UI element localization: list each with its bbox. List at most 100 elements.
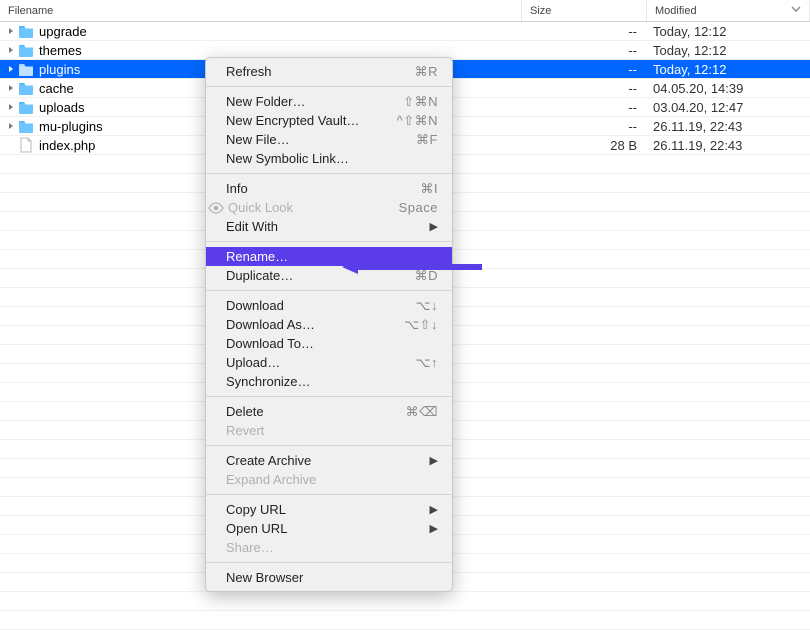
- menu-item-label: Copy URL: [226, 502, 430, 517]
- menu-item-label: Rename…: [226, 249, 438, 264]
- menu-item-synchronize[interactable]: Synchronize…: [206, 372, 452, 391]
- file-name-label: plugins: [39, 62, 80, 77]
- menu-item-label: New File…: [226, 132, 416, 147]
- menu-item-download[interactable]: Download⌥↓: [206, 296, 452, 315]
- file-name-label: themes: [39, 43, 82, 58]
- menu-item-new-file[interactable]: New File…⌘F: [206, 130, 452, 149]
- menu-shortcut: ⌘⌫: [406, 404, 438, 420]
- menu-item-label: Create Archive: [226, 453, 430, 468]
- disclosure-triangle-icon[interactable]: [6, 27, 15, 36]
- file-icon: [19, 137, 33, 153]
- menu-shortcut: ⇧⌘N: [403, 94, 438, 110]
- disclosure-triangle-icon[interactable]: [6, 103, 15, 112]
- menu-divider: [206, 241, 452, 242]
- file-modified-cell: Today, 12:12: [647, 24, 810, 39]
- folder-icon: [18, 62, 34, 76]
- empty-row: [0, 611, 810, 630]
- menu-item-quick-look: Quick LookSpace: [206, 198, 452, 217]
- file-name-cell: themes: [0, 43, 522, 58]
- column-header-size[interactable]: Size: [522, 0, 647, 21]
- eye-icon: [208, 202, 224, 214]
- file-modified-cell: Today, 12:12: [647, 43, 810, 58]
- menu-item-share: Share…: [206, 538, 452, 557]
- folder-icon: [18, 43, 34, 57]
- file-size-cell: --: [522, 62, 647, 77]
- menu-item-revert: Revert: [206, 421, 452, 440]
- file-name-label: index.php: [39, 138, 95, 153]
- menu-shortcut: ⌘F: [416, 132, 438, 148]
- menu-divider: [206, 396, 452, 397]
- menu-item-label: Share…: [226, 540, 438, 555]
- file-name-label: mu-plugins: [39, 119, 103, 134]
- menu-shortcut: ⌥↑: [416, 355, 438, 371]
- submenu-arrow-icon: ▶: [430, 503, 438, 516]
- menu-item-label: Download To…: [226, 336, 438, 351]
- menu-item-label: Expand Archive: [226, 472, 438, 487]
- menu-item-label: Upload…: [226, 355, 416, 370]
- menu-divider: [206, 494, 452, 495]
- menu-item-label: Edit With: [226, 219, 430, 234]
- menu-item-delete[interactable]: Delete⌘⌫: [206, 402, 452, 421]
- menu-item-open-url[interactable]: Open URL▶: [206, 519, 452, 538]
- table-row[interactable]: upgrade --Today, 12:12: [0, 22, 810, 41]
- file-modified-cell: 04.05.20, 14:39: [647, 81, 810, 96]
- submenu-arrow-icon: ▶: [430, 454, 438, 467]
- menu-shortcut: ⌘I: [420, 181, 438, 197]
- menu-item-label: Download As…: [226, 317, 404, 332]
- file-name-label: uploads: [39, 100, 85, 115]
- file-name-label: upgrade: [39, 24, 87, 39]
- menu-item-label: Download: [226, 298, 416, 313]
- menu-item-duplicate[interactable]: Duplicate…⌘D: [206, 266, 452, 285]
- disclosure-triangle-icon[interactable]: [6, 46, 15, 55]
- column-header-modified[interactable]: Modified: [647, 0, 810, 21]
- menu-item-label: New Browser: [226, 570, 438, 585]
- menu-divider: [206, 173, 452, 174]
- menu-divider: [206, 86, 452, 87]
- file-size-cell: 28 B: [522, 138, 647, 153]
- chevron-down-icon: [791, 4, 801, 17]
- menu-item-refresh[interactable]: Refresh⌘R: [206, 62, 452, 81]
- file-modified-cell: 26.11.19, 22:43: [647, 119, 810, 134]
- menu-item-label: Revert: [226, 423, 438, 438]
- menu-item-label: Info: [226, 181, 420, 196]
- menu-item-label: New Symbolic Link…: [226, 151, 438, 166]
- disclosure-triangle-icon[interactable]: [6, 65, 15, 74]
- file-size-cell: --: [522, 119, 647, 134]
- menu-shortcut: ⌥⇧↓: [404, 317, 438, 333]
- menu-item-download-as[interactable]: Download As…⌥⇧↓: [206, 315, 452, 334]
- menu-item-label: Refresh: [226, 64, 415, 79]
- menu-item-new-browser[interactable]: New Browser: [206, 568, 452, 587]
- menu-item-new-folder[interactable]: New Folder…⇧⌘N: [206, 92, 452, 111]
- menu-item-label: New Folder…: [226, 94, 403, 109]
- menu-divider: [206, 290, 452, 291]
- menu-item-new-symbolic-link[interactable]: New Symbolic Link…: [206, 149, 452, 168]
- menu-divider: [206, 562, 452, 563]
- disclosure-triangle-icon[interactable]: [6, 122, 15, 131]
- menu-shortcut: Space: [399, 200, 438, 215]
- file-size-cell: --: [522, 43, 647, 58]
- menu-item-info[interactable]: Info⌘I: [206, 179, 452, 198]
- disclosure-triangle-icon[interactable]: [6, 84, 15, 93]
- menu-item-download-to[interactable]: Download To…: [206, 334, 452, 353]
- context-menu: Refresh⌘RNew Folder…⇧⌘NNew Encrypted Vau…: [205, 57, 453, 592]
- file-modified-cell: 26.11.19, 22:43: [647, 138, 810, 153]
- menu-item-label: Open URL: [226, 521, 430, 536]
- menu-item-copy-url[interactable]: Copy URL▶: [206, 500, 452, 519]
- menu-shortcut: ⌘R: [415, 64, 438, 80]
- menu-item-new-encrypted-vault[interactable]: New Encrypted Vault…^⇧⌘N: [206, 111, 452, 130]
- column-header-filename[interactable]: Filename: [0, 0, 522, 21]
- menu-item-upload[interactable]: Upload…⌥↑: [206, 353, 452, 372]
- folder-icon: [18, 24, 34, 38]
- file-size-cell: --: [522, 81, 647, 96]
- menu-item-label: New Encrypted Vault…: [226, 113, 397, 128]
- file-name-cell: upgrade: [0, 24, 522, 39]
- menu-item-create-archive[interactable]: Create Archive▶: [206, 451, 452, 470]
- menu-shortcut: ^⇧⌘N: [397, 113, 438, 129]
- folder-icon: [18, 100, 34, 114]
- menu-item-rename[interactable]: Rename…: [206, 247, 452, 266]
- menu-item-edit-with[interactable]: Edit With▶: [206, 217, 452, 236]
- folder-icon: [18, 81, 34, 95]
- menu-item-label: Delete: [226, 404, 406, 419]
- file-modified-cell: 03.04.20, 12:47: [647, 100, 810, 115]
- file-size-cell: --: [522, 24, 647, 39]
